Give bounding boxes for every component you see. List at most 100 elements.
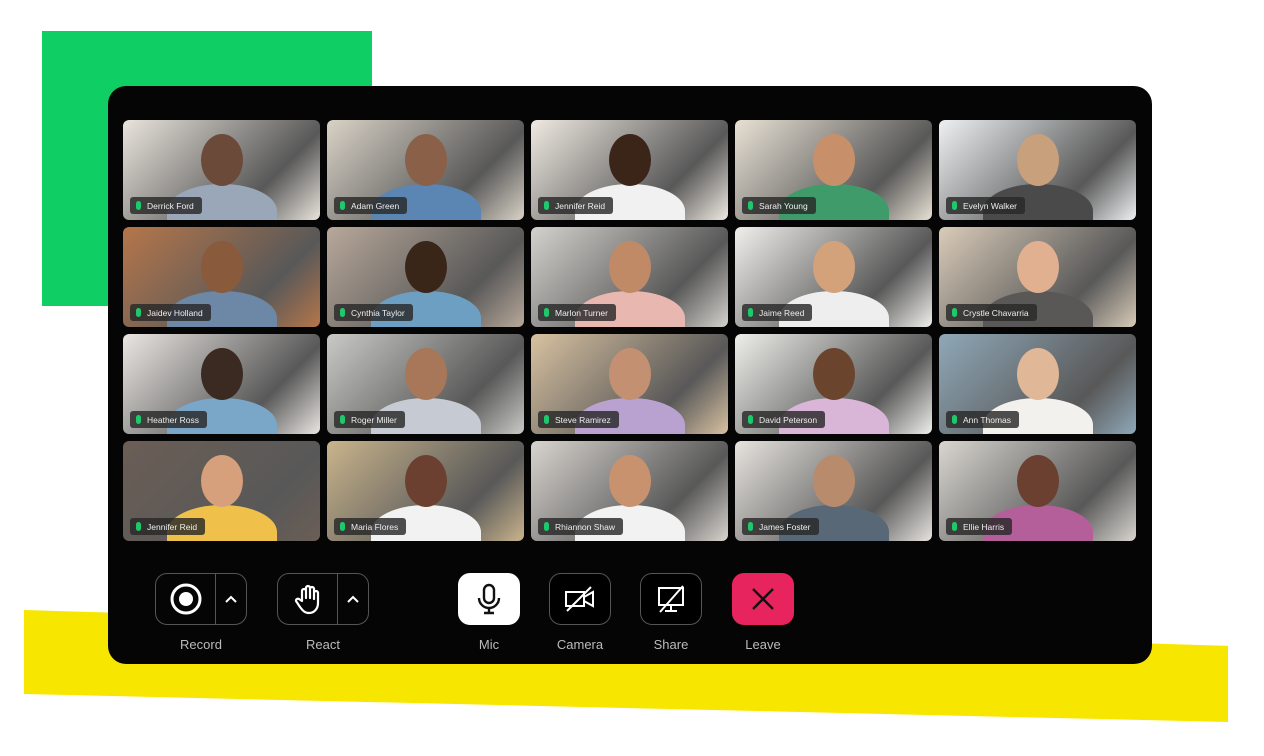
participant-name-tag: Roger Miller bbox=[334, 411, 405, 428]
leave-label: Leave bbox=[745, 637, 781, 652]
participant-face bbox=[812, 455, 855, 507]
participant-tile[interactable]: Sarah Young bbox=[735, 120, 932, 220]
participant-tile[interactable]: Ann Thomas bbox=[939, 334, 1136, 434]
participant-name: Jaime Reed bbox=[759, 307, 805, 318]
leave-button[interactable] bbox=[732, 573, 794, 625]
react-label: React bbox=[306, 637, 340, 652]
participant-tile[interactable]: Jaime Reed bbox=[735, 227, 932, 327]
participant-name-tag: Evelyn Walker bbox=[946, 197, 1026, 214]
participant-name: Crystle Chavarria bbox=[963, 307, 1029, 318]
participant-tile[interactable]: Jennifer Reid bbox=[123, 441, 320, 541]
participant-name: Marlon Turner bbox=[555, 307, 608, 318]
participant-tile[interactable]: Evelyn Walker bbox=[939, 120, 1136, 220]
participant-face bbox=[200, 348, 243, 400]
participant-tile[interactable]: Marlon Turner bbox=[531, 227, 728, 327]
participant-face bbox=[404, 134, 447, 186]
participant-name: Rhiannon Shaw bbox=[555, 521, 616, 532]
participant-name-tag: Cynthia Taylor bbox=[334, 304, 413, 321]
participant-name-tag: David Peterson bbox=[742, 411, 826, 428]
record-label: Record bbox=[180, 637, 222, 652]
participant-name-tag: Maria Flores bbox=[334, 518, 407, 535]
microphone-icon bbox=[544, 522, 549, 531]
mic-button[interactable] bbox=[458, 573, 520, 625]
microphone-icon bbox=[952, 522, 957, 531]
participant-name-tag: Sarah Young bbox=[742, 197, 816, 214]
microphone-icon bbox=[136, 415, 141, 424]
participant-name-tag: Jaime Reed bbox=[742, 304, 813, 321]
call-controls: Record React Mic Camera Share Leave bbox=[108, 573, 1152, 653]
microphone-icon bbox=[340, 201, 345, 210]
microphone-icon bbox=[477, 583, 501, 615]
participant-tile[interactable]: Adam Green bbox=[327, 120, 524, 220]
participant-face bbox=[1016, 241, 1059, 293]
participant-tile[interactable]: Roger Miller bbox=[327, 334, 524, 434]
share-button[interactable] bbox=[640, 573, 702, 625]
microphone-icon bbox=[340, 415, 345, 424]
participant-name: Steve Ramirez bbox=[555, 414, 611, 425]
screen-share-off-icon bbox=[658, 585, 684, 613]
participant-name: Adam Green bbox=[351, 200, 400, 211]
participant-name-tag: Steve Ramirez bbox=[538, 411, 619, 428]
hand-icon bbox=[294, 584, 319, 615]
participant-face bbox=[608, 455, 651, 507]
participant-tile[interactable]: Steve Ramirez bbox=[531, 334, 728, 434]
participant-tile[interactable]: Derrick Ford bbox=[123, 120, 320, 220]
participant-tile[interactable]: James Foster bbox=[735, 441, 932, 541]
participant-face bbox=[404, 241, 447, 293]
participant-tile[interactable]: Jaidev Holland bbox=[123, 227, 320, 327]
participant-tile[interactable]: Ellie Harris bbox=[939, 441, 1136, 541]
record-control: Record bbox=[155, 573, 247, 652]
microphone-icon bbox=[748, 308, 753, 317]
participant-name-tag: Marlon Turner bbox=[538, 304, 616, 321]
microphone-icon bbox=[340, 522, 345, 531]
mic-control: Mic bbox=[458, 573, 520, 652]
participant-face bbox=[608, 241, 651, 293]
microphone-icon bbox=[748, 522, 753, 531]
mic-label: Mic bbox=[478, 637, 500, 652]
participant-face bbox=[812, 241, 855, 293]
participant-name: Roger Miller bbox=[351, 414, 397, 425]
participant-name: Jennifer Reid bbox=[147, 521, 198, 532]
participant-face bbox=[200, 134, 243, 186]
microphone-icon bbox=[952, 415, 957, 424]
react-options-button[interactable] bbox=[338, 574, 368, 624]
participant-face bbox=[812, 134, 855, 186]
microphone-icon bbox=[136, 308, 141, 317]
participant-face bbox=[200, 455, 243, 507]
participant-tile[interactable]: Cynthia Taylor bbox=[327, 227, 524, 327]
participant-name: Jennifer Reid bbox=[555, 200, 606, 211]
share-control: Share bbox=[640, 573, 702, 652]
participant-name-tag: Jaidev Holland bbox=[130, 304, 211, 321]
participant-name: Ann Thomas bbox=[963, 414, 1012, 425]
participant-tile[interactable]: Rhiannon Shaw bbox=[531, 441, 728, 541]
camera-button[interactable] bbox=[549, 573, 611, 625]
share-label: Share bbox=[653, 637, 689, 652]
microphone-icon bbox=[340, 308, 345, 317]
participant-name-tag: James Foster bbox=[742, 518, 819, 535]
participant-tile[interactable]: Maria Flores bbox=[327, 441, 524, 541]
react-button[interactable] bbox=[278, 574, 338, 624]
participant-name: James Foster bbox=[759, 521, 811, 532]
record-icon bbox=[170, 583, 201, 615]
microphone-icon bbox=[136, 522, 141, 531]
participant-tile[interactable]: Crystle Chavarria bbox=[939, 227, 1136, 327]
participant-name: Sarah Young bbox=[759, 200, 808, 211]
record-button[interactable] bbox=[156, 574, 216, 624]
participant-name: Derrick Ford bbox=[147, 200, 194, 211]
microphone-icon bbox=[952, 308, 957, 317]
participant-face bbox=[200, 241, 243, 293]
participant-tile[interactable]: Heather Ross bbox=[123, 334, 320, 434]
camera-control: Camera bbox=[549, 573, 611, 652]
participant-name-tag: Ellie Harris bbox=[946, 518, 1013, 535]
participant-face bbox=[1016, 134, 1059, 186]
record-options-button[interactable] bbox=[216, 574, 246, 624]
participant-name: Cynthia Taylor bbox=[351, 307, 405, 318]
video-call-window: Derrick Ford Adam Green Jennifer Reid Sa… bbox=[108, 86, 1152, 664]
microphone-icon bbox=[544, 201, 549, 210]
microphone-icon bbox=[748, 201, 753, 210]
participant-tile[interactable]: Jennifer Reid bbox=[531, 120, 728, 220]
participant-face bbox=[1016, 455, 1059, 507]
chevron-up-icon bbox=[225, 595, 237, 603]
participant-tile[interactable]: David Peterson bbox=[735, 334, 932, 434]
leave-control: Leave bbox=[732, 573, 794, 652]
